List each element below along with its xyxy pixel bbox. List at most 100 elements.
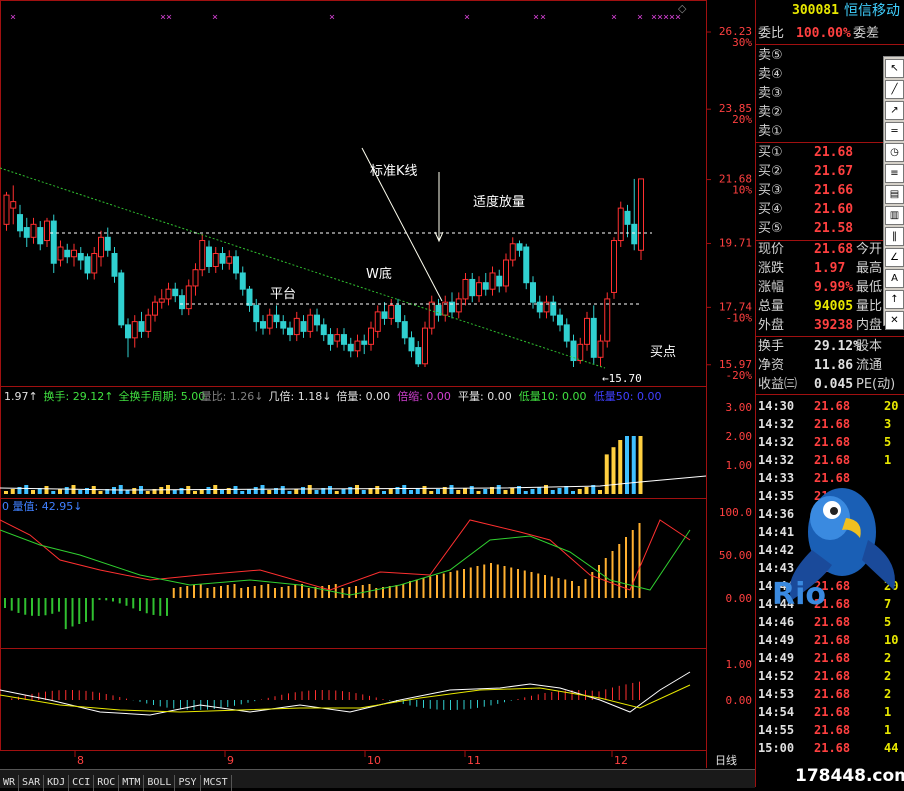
ask-row: 卖① [758,124,783,139]
candle-body [300,321,307,332]
ask-row: 卖⑤ [758,48,783,63]
ind2-bar [503,566,506,598]
kline-chart-area[interactable]: 标准K线适度放量 W底平台买点 ←15.70 1.97↑ 换手: 29.12↑ 全换手周… [0,0,755,787]
volume-bar [631,436,636,494]
tick-row: 14:52 21.68 2 [758,669,892,683]
ind2-bar [287,586,290,598]
indicator-tab-mcst[interactable]: MCST [201,775,232,791]
ind2-bar [469,567,472,598]
tick-row: 14:53 21.68 2 [758,687,892,701]
volume-bar [523,491,528,494]
volume-ma-line [0,475,707,491]
ind2-bar [550,576,553,598]
indicator-tab-cci[interactable]: CCI [69,775,95,791]
candle-body [199,240,206,271]
candle-body [557,314,563,326]
ind2-bar [105,598,108,601]
vol-indicator-label: 全换手周期: 5.00 [119,389,206,403]
volume-bar [112,487,116,494]
circle-tool-icon[interactable]: ◷ [885,143,904,162]
bid-row: 买④ 21.60 [758,202,854,217]
candle-body [611,240,617,293]
volume-bar [301,487,305,494]
volume-bar [98,491,103,494]
text-tool-icon[interactable]: A [885,269,904,288]
vertical-lines-tool-icon[interactable]: ‖ [885,227,904,246]
volume-bar [307,485,312,494]
indicator-tab-mtm[interactable]: MTM [119,775,145,791]
stock-header: 300081 恒信移动 [756,0,904,22]
period-label[interactable]: 日线 [715,753,737,767]
up-arrow-tool-icon[interactable]: ↑ [885,290,904,309]
drawing-toolbox[interactable]: ↖ ╱ ↗ ═ ◷ ≡ ▤ ▥ ‖ ∠ A ↑ ✕ [883,56,904,330]
indicator-tab-sar[interactable]: SAR [19,775,45,791]
indicator-tab-boll[interactable]: BOLL [144,775,176,791]
ind2-bar [267,584,270,598]
tick-row: 14:49 21.68 10 [758,633,899,647]
ind2-bar [179,587,182,598]
event-marker: × [329,12,335,23]
price-tick-label: 19.71 [719,236,752,249]
ind2-bar [220,586,222,598]
fibonacci-tool-icon[interactable]: ≡ [885,164,904,183]
ind2-bar [476,566,479,598]
volume-bar [598,490,602,494]
panel-separator [756,336,904,337]
vol-tick-label: 2.00 [726,430,753,443]
candle-body [590,317,597,358]
tick-row: 14:32 21.68 3 [758,417,892,431]
indicator-tab-roc[interactable]: ROC [94,775,120,791]
volume-bar [510,488,515,494]
tick-row: 14:54 21.68 1 [758,705,892,719]
line-tool-icon[interactable]: ╱ [885,80,904,99]
volume-bar [429,491,434,494]
cursor-tool-icon[interactable]: ↖ [885,59,904,78]
candle-body [165,288,172,300]
ind2-bar [442,573,445,598]
indicator-tab-kdj[interactable]: KDJ [44,775,70,791]
candle-body [206,246,212,267]
stat-row: 收益㈢ 0.045 PE(动) [758,377,896,392]
volume-bar [314,490,319,494]
diamond-marker: ◇ [678,2,687,15]
candle-body [84,256,91,274]
candle-body [30,223,37,238]
ind2-bar [199,584,202,598]
ind2-bar [348,587,351,598]
candle-body [152,301,158,316]
ind2-bar [618,544,621,598]
stock-code: 300081 [792,3,839,18]
volume-bar [51,491,56,494]
ind2-bar [490,563,492,598]
candle-body [57,246,64,261]
indicator-tab-psy[interactable]: PSY [175,775,201,791]
gann-tool-icon[interactable]: ▥ [885,206,904,225]
ind3-tick-label: 1.00 [726,658,753,671]
volume-bar [382,491,386,494]
volume-bar [577,489,582,494]
ind2-bar [112,598,114,602]
candle-body [530,282,536,303]
angle-tool-icon[interactable]: ∠ [885,248,904,267]
ind2-bar [247,587,249,598]
ind2-bar [334,584,337,598]
candle-body [239,272,246,290]
ind2-bar [463,569,465,598]
ray-tool-icon[interactable]: ↗ [885,101,904,120]
mark-tool-icon[interactable]: ✕ [885,311,904,330]
parallel-tool-icon[interactable]: ═ [885,122,904,141]
ind2-bar [584,579,587,598]
volume-bar [361,490,366,494]
annotation-standard-k: 标准K线 [370,164,418,179]
candle-body [266,314,273,329]
channel-tool-icon[interactable]: ▤ [885,185,904,204]
volume-bar [476,491,481,494]
ind2-bar [598,565,600,598]
candle-body [91,253,98,274]
ind2-bar [301,584,303,598]
ind2-bar [496,564,499,598]
candle-body [111,253,118,277]
indicator-tab-wr[interactable]: WR [0,775,20,791]
ind2-bar [537,573,540,598]
ind2-bar [31,598,33,616]
